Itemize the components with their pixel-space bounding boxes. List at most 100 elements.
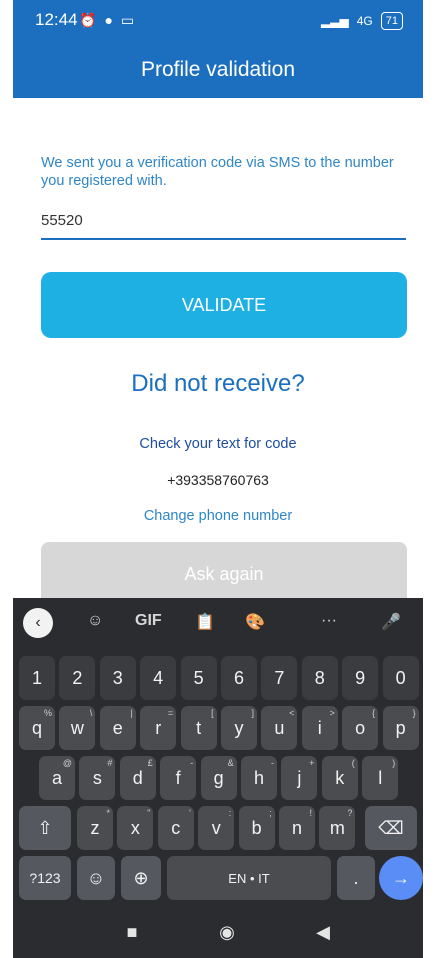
key-k-hint: (	[351, 758, 355, 768]
key-k-label: k	[335, 767, 345, 788]
key-w[interactable]: w \	[59, 706, 96, 750]
key-5-label: 5	[193, 667, 204, 688]
not-received-heading: Did not receive?	[131, 370, 305, 397]
key-9[interactable]: 9	[342, 656, 379, 700]
key-q[interactable]: q%	[19, 706, 55, 750]
period-key[interactable]: .	[337, 856, 375, 900]
key-n[interactable]: n!	[279, 806, 315, 850]
more-icon[interactable]: ···	[321, 612, 337, 630]
recents-icon[interactable]: ■	[118, 918, 146, 946]
key-5[interactable]: 5	[180, 656, 217, 700]
key-z[interactable]: z *	[77, 806, 113, 850]
chevron-left-icon[interactable]: ‹	[23, 608, 53, 638]
key-j[interactable]: j +	[281, 756, 318, 800]
status-icons-right: ▂▃▅ 4G 71	[321, 12, 403, 30]
key-e[interactable]: e |	[99, 706, 136, 750]
key-b-label: b	[251, 817, 262, 838]
key-o-hint: {	[372, 708, 376, 718]
key-4[interactable]: 4	[140, 656, 177, 700]
key-0[interactable]: 0	[382, 656, 419, 700]
key-1[interactable]: 1	[19, 656, 55, 700]
check-text: Check your text for code	[139, 436, 297, 452]
key-row-bottom: ?123 ☺ ⊕ EN • IT . →	[13, 856, 423, 900]
key-d[interactable]: d £	[119, 756, 156, 800]
key-p[interactable]: p}	[382, 706, 419, 750]
clipboard-icon[interactable]: 📋	[195, 612, 215, 632]
key-s[interactable]: s #	[79, 756, 116, 800]
key-c[interactable]: c '	[157, 806, 194, 850]
key-m[interactable]: m?	[319, 806, 356, 850]
key-r-hint: =	[167, 708, 174, 718]
shift-key[interactable]: ⇧	[19, 806, 71, 850]
key-8[interactable]: 8	[301, 656, 338, 700]
key-z-hint: *	[106, 808, 110, 818]
globe-icon[interactable]: ⊕	[121, 856, 161, 900]
validate-button[interactable]: VALIDATE	[41, 272, 407, 338]
validation-form: We sent you a verification code via SMS …	[13, 98, 423, 606]
key-e-label: e	[112, 717, 123, 738]
key-v[interactable]: v:	[198, 806, 235, 850]
emoji-icon: ☺	[86, 867, 106, 888]
key-b[interactable]: b;	[238, 806, 275, 850]
key-g-hint: &	[227, 758, 234, 768]
key-y[interactable]: y]	[221, 706, 257, 750]
key-j-label: j	[297, 767, 302, 788]
key-w-label: w	[70, 717, 84, 738]
key-v-hint: :	[228, 808, 232, 818]
key-y-hint: ]	[251, 708, 254, 718]
sticker-icon[interactable]: ☺	[87, 612, 103, 630]
key-7[interactable]: 7	[261, 656, 298, 700]
globe-glyph: ⊕	[133, 867, 149, 888]
gif-button[interactable]: GIF	[135, 612, 162, 630]
key-p-label: p	[395, 717, 406, 738]
key-l-hint: )	[392, 758, 396, 768]
microphone-icon[interactable]: 🎤	[381, 612, 401, 632]
key-l[interactable]: l)	[362, 756, 399, 800]
emoji-key[interactable]: ☺	[77, 856, 115, 900]
palette-icon[interactable]: 🎨	[245, 612, 265, 632]
key-k[interactable]: k(	[321, 756, 358, 800]
key-e-hint: |	[130, 708, 133, 718]
key-j-hint: +	[309, 758, 315, 768]
key-q-hint: %	[43, 708, 52, 718]
key-i-label: i	[317, 717, 322, 738]
home-icon[interactable]: ◉	[213, 918, 241, 946]
key-row-asdf: a @ s # d £ f - g & h - j + k(l)	[13, 756, 423, 800]
key-x[interactable]: x "	[117, 806, 154, 850]
key-1-label: 1	[31, 667, 42, 688]
key-4-label: 4	[153, 667, 164, 688]
key-6[interactable]: 6	[221, 656, 257, 700]
key-h[interactable]: h-	[241, 756, 277, 800]
key-3[interactable]: 3	[99, 656, 136, 700]
space-key[interactable]: EN • IT	[167, 856, 331, 900]
key-2[interactable]: 2	[59, 656, 96, 700]
key-v-label: v	[211, 817, 221, 838]
key-f-label: f	[175, 767, 181, 788]
key-u-hint: <	[289, 708, 295, 718]
page-title: Profile validation	[140, 58, 296, 81]
key-r[interactable]: r =	[140, 706, 177, 750]
key-h-label: h	[253, 767, 264, 788]
key-o-label: o	[355, 717, 366, 738]
change-phone-link[interactable]: Change phone number	[13, 508, 423, 524]
verification-code-input[interactable]	[41, 202, 406, 240]
battery-icon: 71	[380, 12, 403, 30]
key-o[interactable]: o{	[342, 706, 379, 750]
key-x-label: x	[130, 817, 140, 838]
key-g[interactable]: g &	[200, 756, 237, 800]
backspace-key[interactable]: ⌫	[365, 806, 417, 850]
key-f-hint: -	[190, 758, 194, 768]
key-t[interactable]: t[	[180, 706, 217, 750]
symbols-key[interactable]: ?123	[19, 856, 71, 900]
ask-again-button[interactable]: Ask again	[41, 542, 407, 606]
status-bar: 12:44 ⏰ ● ▭ ▂▃▅ 4G 71	[13, 0, 423, 42]
enter-key[interactable]: →	[379, 856, 423, 900]
key-y-label: y	[234, 717, 244, 738]
key-i[interactable]: i >	[301, 706, 338, 750]
key-h-hint: -	[271, 758, 274, 768]
back-icon[interactable]: ◀	[309, 918, 337, 946]
key-f[interactable]: f-	[160, 756, 197, 800]
key-m-label: m	[329, 817, 345, 838]
key-u[interactable]: u <	[261, 706, 298, 750]
key-a[interactable]: a @	[39, 756, 75, 800]
